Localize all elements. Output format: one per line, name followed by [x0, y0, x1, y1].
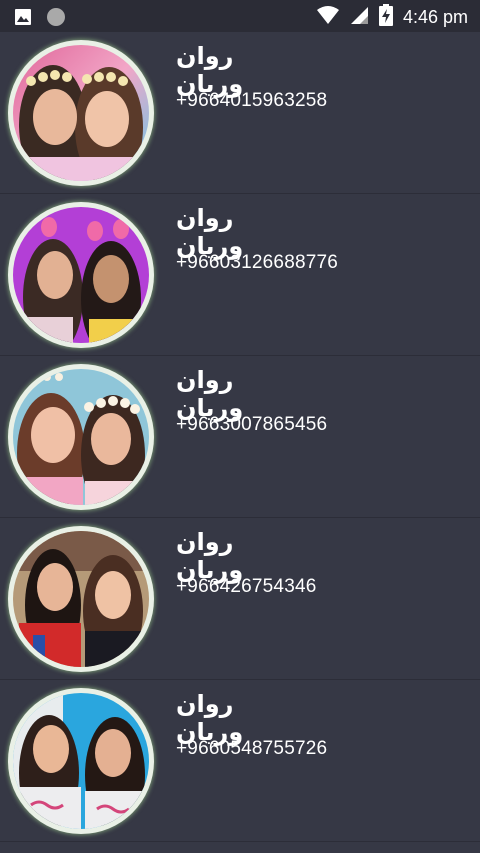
contact-avatar[interactable] [8, 688, 154, 834]
contact-phone: +96603126688776 [176, 252, 339, 273]
wifi-icon [316, 5, 339, 29]
contact-avatar[interactable] [8, 526, 154, 672]
contact-row[interactable]: روان وريان +966426754346 [0, 518, 480, 680]
battery-charging-icon [378, 4, 393, 30]
contact-phone: +966426754346 [176, 576, 317, 597]
avatar-photo [13, 693, 149, 829]
contact-row[interactable]: روان وريان +9660548755726 [0, 680, 480, 842]
avatar-photo [13, 369, 149, 505]
contact-list: روان وريان +9664015963258 روان وريان +96… [0, 32, 480, 842]
contact-phone: +9664015963258 [176, 90, 328, 111]
contact-avatar[interactable] [8, 202, 154, 348]
contact-avatar[interactable] [8, 364, 154, 510]
contact-avatar[interactable] [8, 40, 154, 186]
contact-row[interactable]: روان وريان +9663007865456 [0, 356, 480, 518]
avatar-photo [13, 531, 149, 667]
contact-row[interactable]: روان وريان +96603126688776 [0, 194, 480, 356]
contact-row[interactable]: روان وريان +9664015963258 [0, 32, 480, 194]
image-icon [14, 8, 32, 30]
contact-phone: +9663007865456 [176, 414, 328, 435]
circle-notification-icon [46, 7, 66, 31]
status-time: 4:46 pm [402, 7, 468, 27]
status-bar: 4:46 pm [0, 0, 480, 32]
cell-signal-icon [349, 5, 369, 29]
avatar-photo [13, 45, 149, 181]
avatar-photo [13, 207, 149, 343]
contact-phone: +9660548755726 [176, 738, 328, 759]
